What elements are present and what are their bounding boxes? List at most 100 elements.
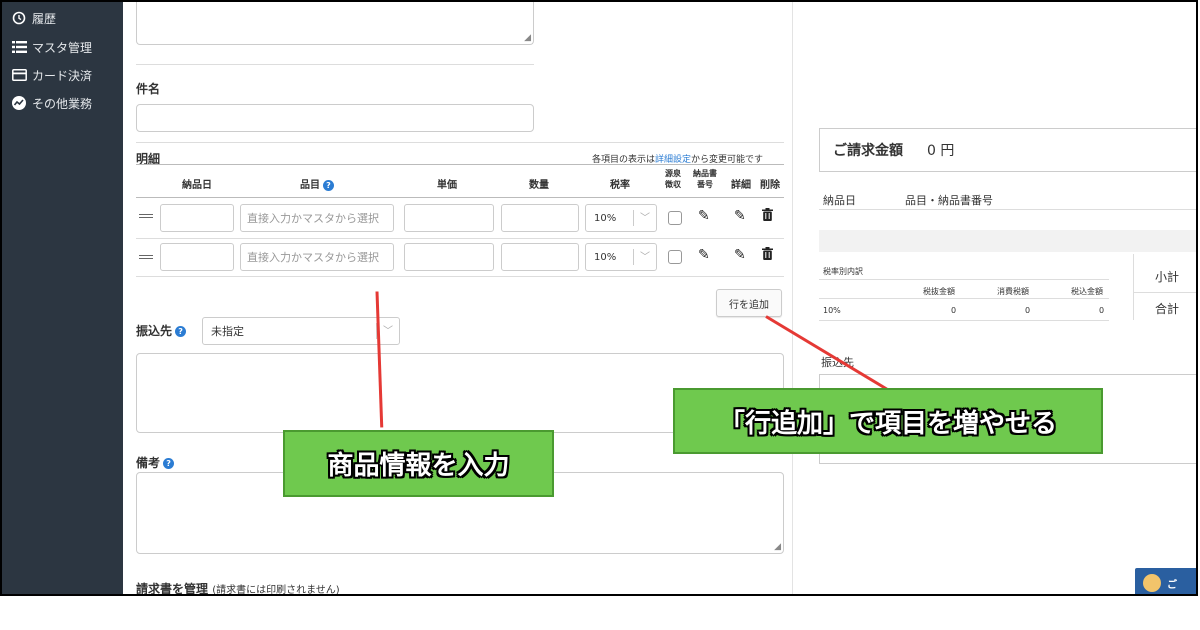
- chat-support-button[interactable]: ご: [1135, 568, 1196, 594]
- tax-row-tax: 0: [1025, 306, 1031, 315]
- sidebar: 履歴 マスタ管理 カード決済 その他業務: [2, 2, 123, 594]
- item-input[interactable]: 直接入力かマスタから選択: [240, 243, 394, 271]
- sidebar-item-label: カード決済: [32, 68, 93, 83]
- sidebar-item-card[interactable]: カード決済: [10, 65, 92, 85]
- delivery-date-input[interactable]: [160, 243, 234, 271]
- pencil-icon[interactable]: ✎: [734, 208, 746, 224]
- preview-col-date: 納品日: [823, 194, 856, 207]
- subject-input[interactable]: [136, 104, 534, 132]
- divider: [819, 279, 1109, 280]
- col-withholding-line1: 源泉: [665, 169, 681, 178]
- sidebar-item-label: 履歴: [32, 11, 57, 26]
- col-delivery-no-line1: 納品書: [693, 169, 717, 178]
- tax-row-excl: 0: [951, 306, 957, 315]
- history-icon: [10, 10, 28, 26]
- sidebar-item-master[interactable]: マスタ管理: [10, 37, 92, 57]
- tax-rate-value: 10%: [594, 212, 617, 224]
- tax-rate-select[interactable]: 10% ﹀: [585, 204, 657, 232]
- bank-value: 未指定: [211, 325, 244, 338]
- invoice-preview: ご請求金額 0 円 納品日 品目・納品書番号 税率別内訳 税抜金額 消費税額 税…: [792, 2, 1196, 594]
- unit-price-input[interactable]: [404, 204, 494, 232]
- bank-label-text: 振込先: [136, 324, 173, 338]
- trash-icon[interactable]: [762, 247, 773, 264]
- pencil-icon[interactable]: ✎: [698, 247, 710, 263]
- col-detail: 詳細: [731, 180, 751, 191]
- total-value: 0 円: [927, 143, 955, 159]
- bank-select[interactable]: 未指定 ﹀: [202, 317, 400, 345]
- help-icon[interactable]: ?: [163, 458, 175, 469]
- quantity-input[interactable]: [501, 243, 579, 271]
- grand-total-label: 合計: [1155, 302, 1180, 316]
- tax-col-incl: 税込金額: [1071, 287, 1103, 296]
- sidebar-item-history[interactable]: 履歴: [10, 8, 56, 28]
- preview-row-shade: [819, 230, 1196, 252]
- withholding-checkbox[interactable]: [668, 211, 682, 225]
- col-item: 品目?: [242, 176, 392, 191]
- help-icon[interactable]: ?: [323, 179, 334, 191]
- trash-icon[interactable]: [762, 208, 773, 225]
- top-textarea[interactable]: ◢: [136, 2, 534, 45]
- subtotal-label: 小計: [1155, 270, 1180, 284]
- drag-handle-icon[interactable]: [139, 253, 153, 261]
- drag-handle-icon[interactable]: [139, 212, 153, 220]
- bank-label: 振込先?: [136, 322, 187, 339]
- app-window: 履歴 マスタ管理 カード決済 その他業務 ◢ 件名 明細 各項目の表示は詳細設定…: [0, 0, 1198, 596]
- chat-support-label: ご: [1167, 579, 1177, 591]
- delivery-date-input[interactable]: [160, 204, 234, 232]
- tax-col-excl: 税抜金額: [923, 287, 955, 296]
- manage-label-text: 請求書を管理: [136, 582, 209, 596]
- divider: [136, 142, 784, 143]
- unit-price-input[interactable]: [404, 243, 494, 271]
- row-divider: [136, 238, 784, 239]
- tax-col-tax: 消費税額: [997, 287, 1029, 296]
- tax-row-incl: 0: [1099, 306, 1105, 315]
- item-placeholder: 直接入力かマスタから選択: [247, 251, 379, 264]
- add-row-callout: 「行追加」で項目を増やせる: [673, 388, 1103, 454]
- col-delivery-no: 納品書 番号: [690, 168, 720, 190]
- row-divider: [136, 276, 784, 277]
- manage-note: (請求書には印刷されません): [212, 585, 340, 596]
- col-withholding-line2: 徴収: [665, 180, 681, 189]
- sidebar-item-label: その他業務: [32, 96, 93, 111]
- total-label: ご請求金額: [833, 143, 903, 159]
- pencil-icon[interactable]: ✎: [734, 247, 746, 263]
- add-row-button[interactable]: 行を追加: [716, 289, 782, 317]
- resize-handle-icon: ◢: [774, 542, 781, 552]
- support-avatar-icon: [1143, 574, 1161, 592]
- withholding-checkbox[interactable]: [668, 250, 682, 264]
- pencil-icon[interactable]: ✎: [698, 208, 710, 224]
- divider: [819, 320, 1109, 321]
- resize-handle-icon: ◢: [524, 33, 531, 43]
- divider: [136, 64, 534, 65]
- remarks-label-text: 備考: [136, 456, 161, 470]
- item-placeholder: 直接入力かマスタから選択: [247, 212, 379, 225]
- sidebar-item-label: マスタ管理: [32, 40, 93, 55]
- col-withholding: 源泉 徴収: [662, 168, 684, 190]
- sidebar-item-other[interactable]: その他業務: [10, 93, 92, 113]
- quantity-input[interactable]: [501, 204, 579, 232]
- card-icon: [10, 67, 28, 83]
- tax-rate-select[interactable]: 10% ﹀: [585, 243, 657, 271]
- col-unit-price: 単価: [437, 180, 457, 191]
- product-info-callout: 商品情報を入力: [283, 430, 554, 497]
- col-tax-rate: 税率: [610, 180, 630, 191]
- chevron-down-icon: ﹀: [640, 213, 650, 224]
- col-item-label: 品目: [300, 180, 320, 191]
- preview-col-item: 品目・納品書番号: [905, 194, 993, 207]
- vdivider: [1133, 254, 1134, 320]
- remarks-label: 備考?: [136, 454, 175, 471]
- list-icon: [10, 39, 28, 55]
- table-top-border: [136, 164, 784, 165]
- help-icon[interactable]: ?: [175, 326, 187, 337]
- tax-breakdown-label: 税率別内訳: [823, 267, 863, 276]
- col-delivery-no-line2: 番号: [697, 180, 713, 189]
- col-delete: 削除: [760, 180, 780, 191]
- tax-row-rate: 10%: [823, 306, 841, 315]
- item-input[interactable]: 直接入力かマスタから選択: [240, 204, 394, 232]
- subject-label: 件名: [136, 82, 161, 96]
- manage-invoice-label: 請求書を管理 (請求書には印刷されません): [136, 580, 340, 596]
- divider: [1133, 292, 1196, 293]
- col-delivery-date: 納品日: [182, 180, 212, 191]
- divider: [819, 298, 1109, 299]
- table-header-border: [136, 197, 784, 198]
